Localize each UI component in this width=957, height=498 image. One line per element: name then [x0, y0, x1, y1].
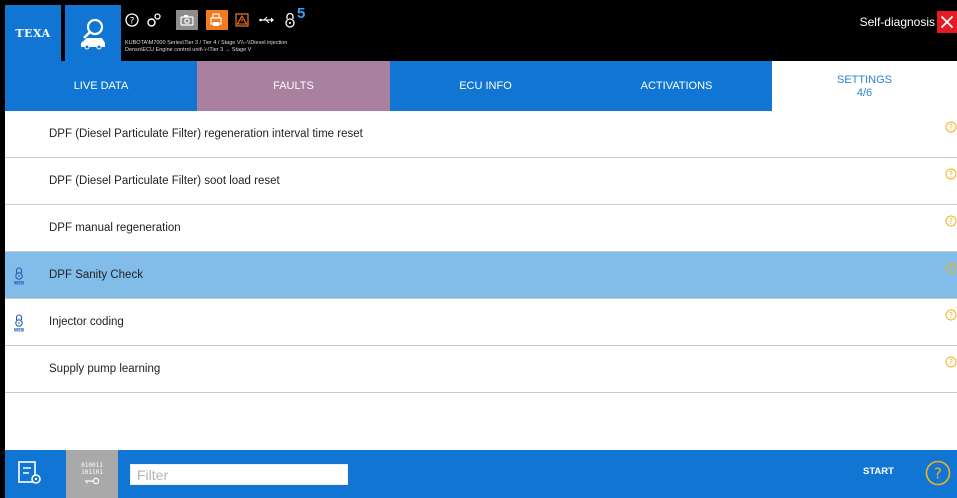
vehicle-search-icon[interactable] — [65, 5, 121, 61]
web-lock-badge: WEB — [14, 281, 24, 286]
web-lock-badge: WEB — [14, 328, 24, 333]
help-icon[interactable]: ? — [945, 262, 957, 274]
list-item[interactable]: DPF (Diesel Particulate Filter) soot loa… — [5, 158, 957, 205]
tab-activations[interactable]: ACTIVATIONS — [581, 61, 772, 111]
tab-label: ECU INFO — [459, 80, 512, 92]
vehicle-path: KUBOTA\M7000 Series\Tier 3 / Tier 4 / St… — [125, 40, 287, 53]
tab-page-indicator: 4/6 — [856, 86, 873, 99]
help-icon[interactable]: ? — [945, 168, 957, 180]
svg-text:?: ? — [949, 123, 953, 132]
start-button[interactable]: START — [863, 466, 894, 477]
lock-icon[interactable] — [283, 10, 297, 30]
vehicle-path-line2: Denso\ECU Engine control unit\-\-\Tier 3… — [125, 46, 252, 53]
help-icon[interactable]: ? — [925, 460, 951, 486]
close-icon — [940, 15, 954, 29]
camera-icon[interactable] — [176, 10, 198, 30]
warning-icon[interactable] — [233, 10, 251, 30]
gears-icon[interactable] — [145, 10, 163, 30]
list-item[interactable]: Supply pump learning ? — [5, 346, 957, 393]
help-icon[interactable]: ? — [945, 309, 957, 321]
svg-text:?: ? — [949, 311, 953, 320]
close-button[interactable] — [937, 11, 957, 33]
printer-icon[interactable] — [206, 10, 228, 30]
bottom-bar: 010011 101101 START ? — [5, 450, 957, 498]
texa-logo: TEXA — [5, 5, 61, 61]
tab-bar: LIVE DATA FAULTS ECU INFO ACTIVATIONS SE… — [5, 61, 957, 111]
help-icon[interactable]: ? — [123, 10, 141, 30]
list-item-label: Supply pump learning — [49, 363, 161, 375]
procedure-list: DPF (Diesel Particulate Filter) regenera… — [5, 111, 957, 393]
filter-input[interactable] — [130, 464, 348, 485]
svg-text:?: ? — [934, 465, 942, 483]
list-item[interactable]: DPF manual regeneration ? — [5, 205, 957, 252]
usb-icon — [259, 10, 275, 30]
svg-text:?: ? — [949, 264, 953, 273]
app-window: TEXA ? 5 KUBOTA\M7000 Series\Tier 3 / Ti… — [5, 5, 957, 498]
svg-text:?: ? — [949, 358, 953, 367]
tab-live-data[interactable]: LIVE DATA — [5, 61, 197, 111]
lock-count-badge: 5 — [297, 5, 306, 22]
list-item[interactable]: DPF (Diesel Particulate Filter) regenera… — [5, 111, 957, 158]
list-item-label: Injector coding — [49, 316, 124, 328]
tab-label: SETTINGS — [836, 73, 892, 86]
list-item[interactable]: WEB Injector coding ? — [5, 299, 957, 346]
svg-text:?: ? — [130, 17, 135, 27]
web-lock-icon: WEB — [14, 267, 24, 286]
list-item-label: DPF manual regeneration — [49, 222, 181, 234]
list-item-label: DPF (Diesel Particulate Filter) regenera… — [49, 128, 363, 140]
help-icon[interactable]: ? — [945, 356, 957, 368]
svg-text:?: ? — [949, 217, 953, 226]
web-lock-icon: WEB — [14, 314, 24, 333]
help-icon[interactable]: ? — [945, 215, 957, 227]
help-icon[interactable]: ? — [945, 121, 957, 133]
svg-text:?: ? — [949, 170, 953, 179]
binary-line: 101101 — [81, 468, 103, 476]
tab-label: FAULTS — [273, 80, 314, 92]
list-item-label: DPF (Diesel Particulate Filter) soot loa… — [49, 175, 280, 187]
settings-icon[interactable] — [15, 458, 45, 488]
list-item-label: DPF Sanity Check — [49, 269, 143, 281]
vehicle-path-line1: KUBOTA\M7000 Series\Tier 3 / Tier 4 / St… — [125, 40, 288, 46]
tab-ecu-info[interactable]: ECU INFO — [390, 61, 581, 111]
list-item-selected[interactable]: WEB DPF Sanity Check ? — [5, 252, 957, 299]
tab-label: ACTIVATIONS — [640, 80, 713, 92]
tab-label: LIVE DATA — [73, 80, 129, 92]
tab-faults[interactable]: FAULTS — [197, 61, 390, 111]
texa-logo-text: TEXA — [15, 26, 51, 40]
tab-settings[interactable]: SETTINGS 4/6 — [772, 61, 957, 111]
section-title: Self-diagnosis — [859, 15, 935, 29]
binary-key-icon[interactable]: 010011 101101 — [66, 450, 118, 498]
top-bar: TEXA ? 5 KUBOTA\M7000 Series\Tier 3 / Ti… — [5, 5, 957, 61]
